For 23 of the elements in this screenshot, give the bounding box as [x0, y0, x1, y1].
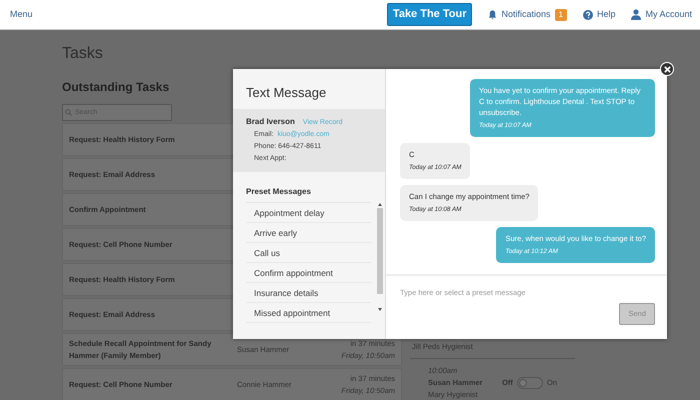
preset-item[interactable]: Appointment delay: [246, 202, 371, 222]
account-link[interactable]: My Account: [645, 8, 692, 22]
user-icon[interactable]: [631, 9, 642, 20]
preset-item[interactable]: Missed appointment: [246, 302, 371, 322]
help-icon[interactable]: [582, 10, 593, 20]
search-icon: [65, 109, 72, 116]
help-link[interactable]: Help: [596, 8, 616, 22]
preset-item[interactable]: Arrive early: [246, 222, 371, 242]
preset-item[interactable]: Confirm appointment: [246, 262, 371, 282]
tour-button[interactable]: Take The Tour: [386, 3, 472, 26]
modal-title: Text Message: [245, 84, 328, 102]
notifications-link[interactable]: Notifications: [501, 8, 550, 22]
preset-item[interactable]: Insurance details: [246, 282, 371, 302]
preset-item[interactable]: Call us: [246, 242, 371, 262]
close-button[interactable]: [660, 62, 674, 76]
close-icon[interactable]: [664, 66, 670, 72]
notification-count: 1: [554, 8, 567, 20]
bell-icon[interactable]: [488, 10, 498, 20]
scrollbar[interactable]: [377, 202, 383, 312]
section-title: Outstanding Tasks: [62, 79, 170, 96]
toggle-switch[interactable]: [516, 376, 543, 388]
menu-link[interactable]: Menu: [10, 8, 33, 22]
page-title: Tasks: [62, 44, 104, 64]
